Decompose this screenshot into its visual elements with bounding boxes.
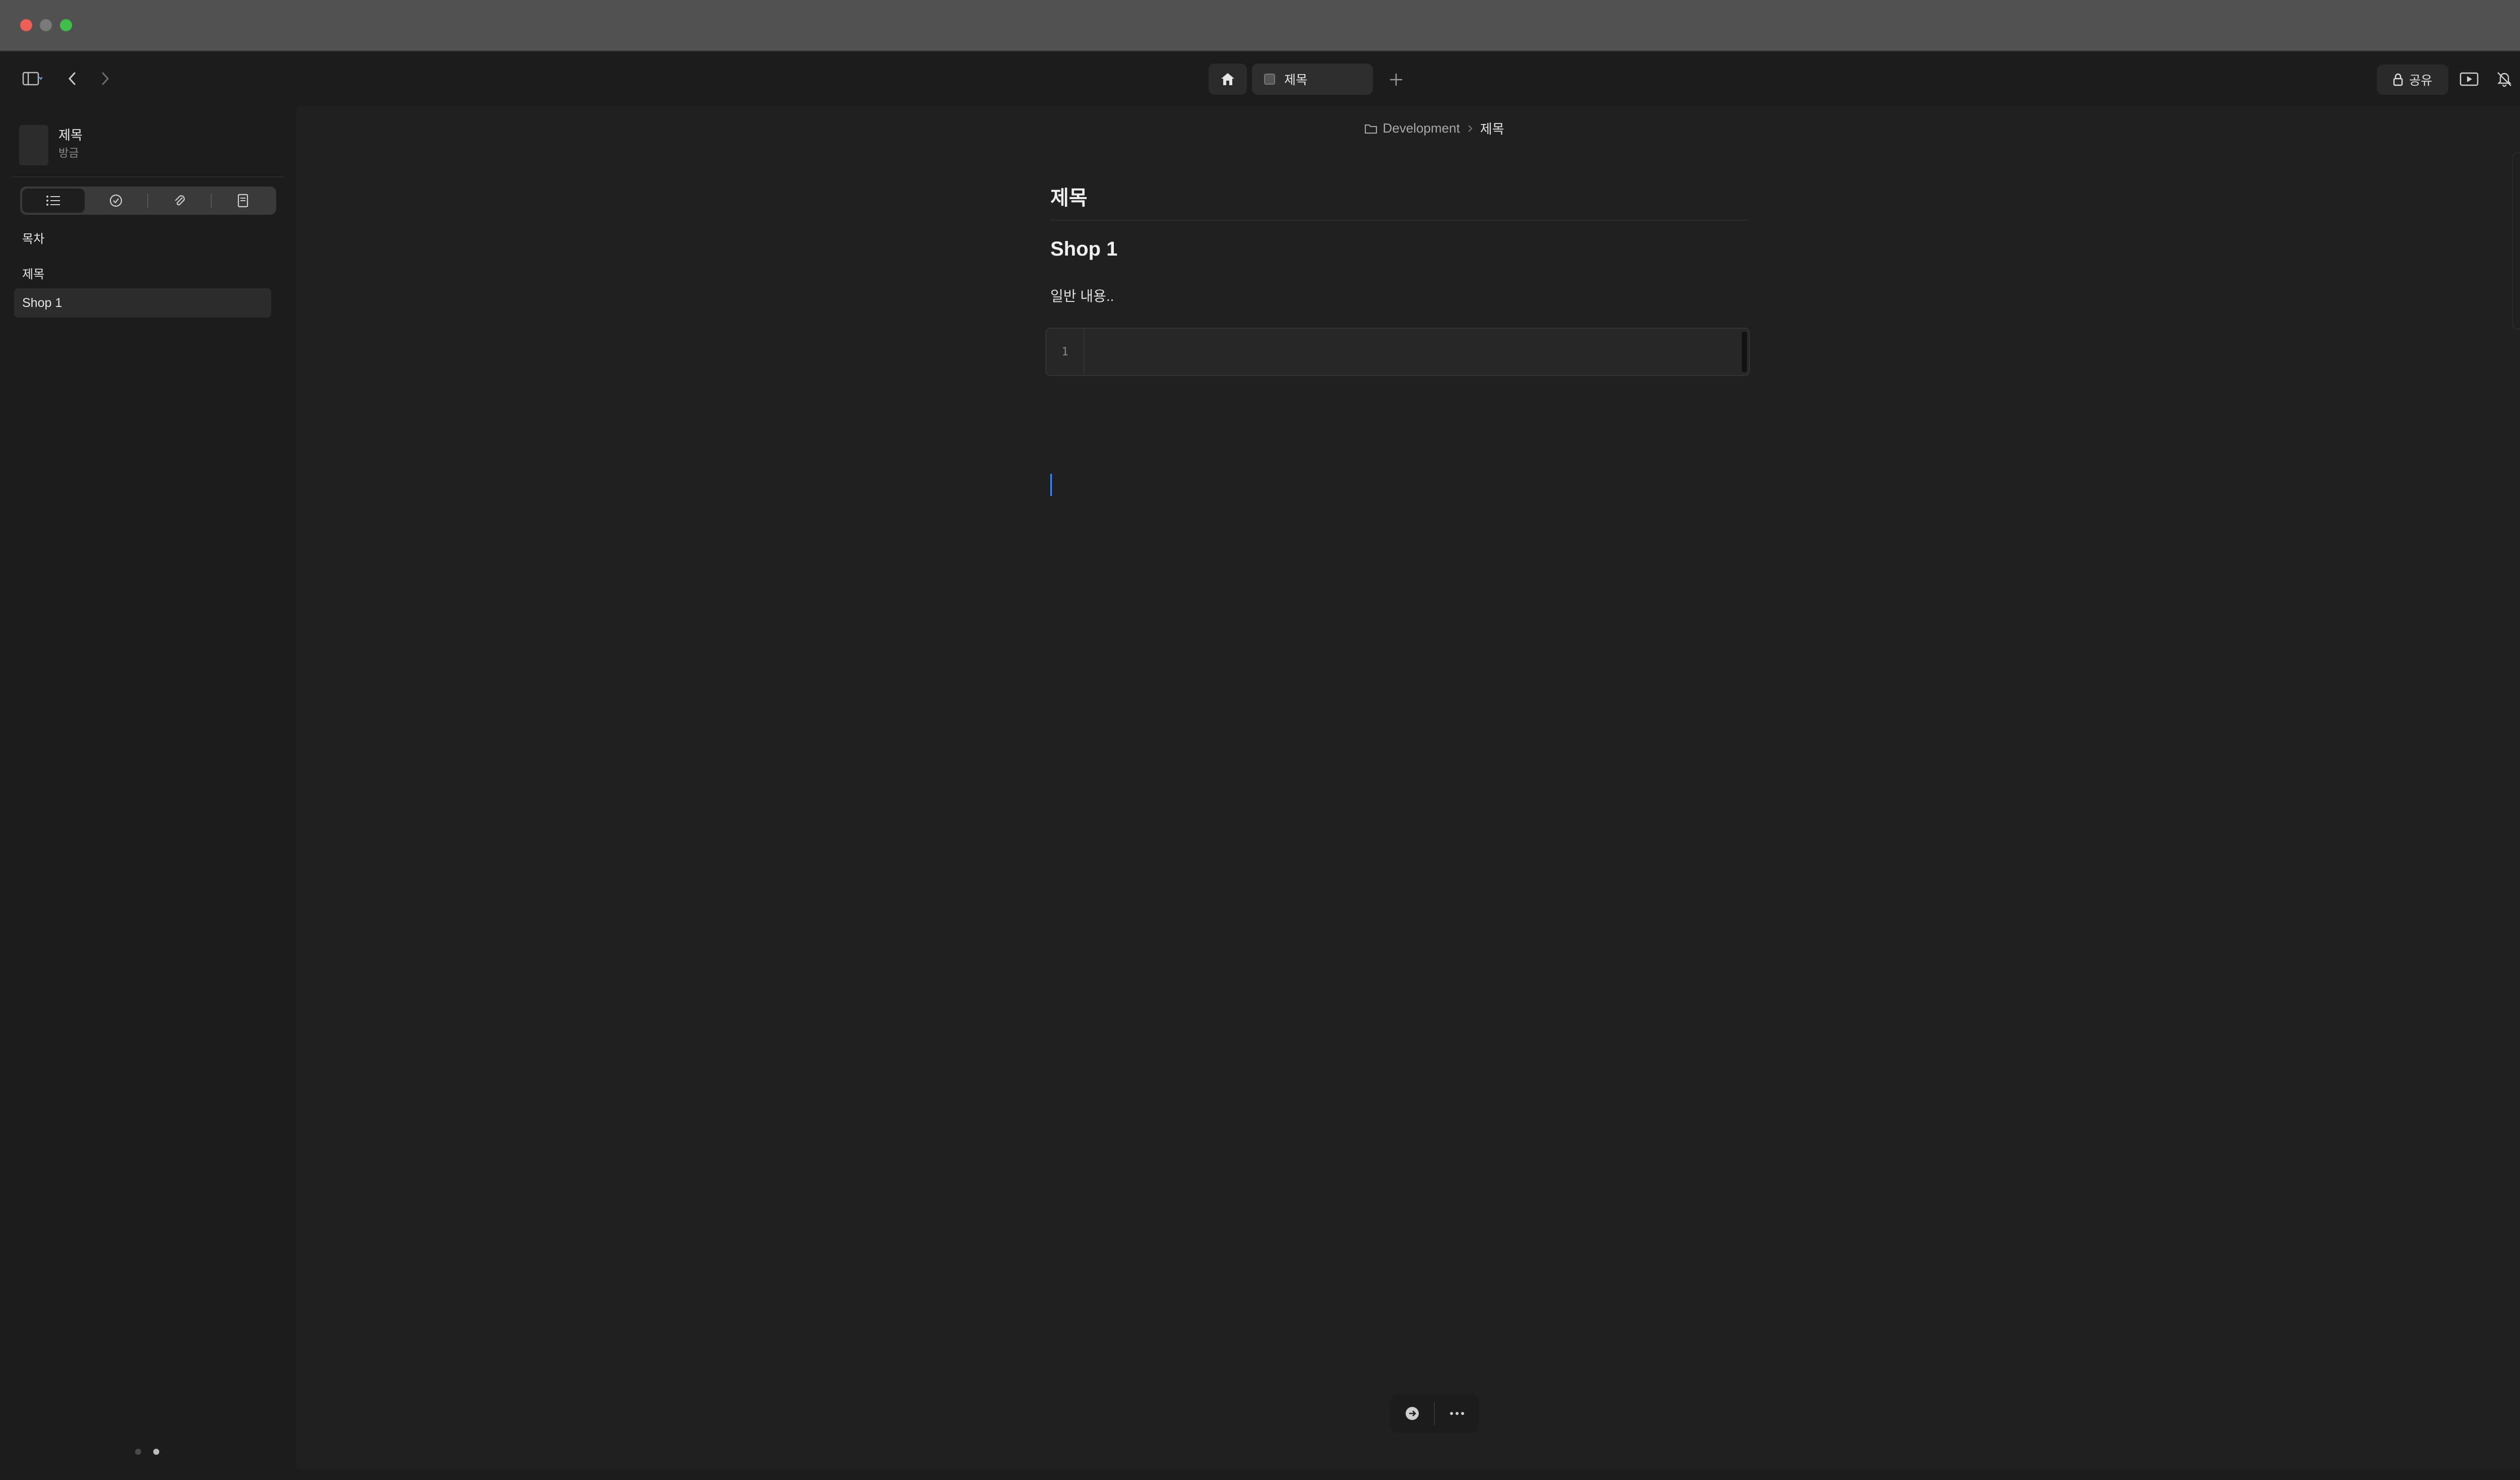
tab-outline[interactable]	[22, 189, 85, 213]
sidebar-divider	[12, 176, 284, 177]
sidebar-doc-timestamp: 방금	[58, 147, 79, 159]
page-dot-active[interactable]	[153, 1449, 159, 1455]
title-divider	[1050, 220, 1749, 221]
checkmark-circle-icon	[109, 194, 122, 207]
breadcrumb-folder-label: Development	[1382, 120, 1460, 136]
paragraph-block[interactable]: 일반 내용..	[1050, 285, 1114, 305]
breadcrumb: Development 제목	[296, 119, 2520, 138]
maximize-window-button[interactable]	[60, 19, 72, 31]
tab-attachments[interactable]	[148, 189, 211, 213]
chevron-right-icon	[102, 72, 109, 85]
share-button[interactable]: 공유	[2377, 65, 2448, 95]
document-icon	[1264, 74, 1275, 85]
document-title[interactable]: 제목	[1050, 181, 1088, 211]
ellipsis-icon	[1450, 1412, 1464, 1415]
bell-off-icon	[2497, 72, 2511, 87]
more-options-button[interactable]	[1435, 1394, 1479, 1433]
text-style-button[interactable]: 가가	[2513, 200, 2520, 242]
editor-panel: Development 제목 제목 Shop 1 일반 내용.. 1 가가	[296, 106, 2520, 1470]
sidebar-icon	[22, 72, 42, 86]
home-tab[interactable]	[1209, 64, 1247, 95]
code-scrollbar[interactable]	[1742, 332, 1747, 372]
chevron-right-icon	[1468, 125, 1473, 132]
toolbar: 제목 공유	[0, 51, 2520, 106]
bottom-action-bar	[1390, 1394, 1479, 1433]
highlight-button[interactable]	[2513, 242, 2520, 284]
navigate-button[interactable]	[1390, 1394, 1434, 1433]
tab-document[interactable]: 제목	[1252, 64, 1373, 95]
sidebar-doc-title: 제목	[58, 128, 83, 143]
breadcrumb-folder[interactable]: Development	[1364, 120, 1460, 136]
forward-button[interactable]	[93, 67, 117, 91]
toc-item-label: Shop 1	[22, 295, 62, 310]
sidebar-toggle-button[interactable]	[14, 67, 50, 91]
document-thumbnail[interactable]	[19, 125, 48, 165]
tab-tasks[interactable]	[85, 189, 147, 213]
window-titlebar	[0, 0, 2520, 51]
tab-bookmarks[interactable]	[212, 189, 274, 213]
new-tab-button[interactable]	[1383, 67, 1409, 93]
arrow-circle-icon	[1405, 1407, 1419, 1420]
code-block[interactable]: 1	[1045, 328, 1750, 376]
bookmark-icon	[237, 194, 248, 208]
toc-heading: 목차	[22, 232, 45, 246]
lock-icon	[2393, 73, 2403, 86]
text-caret	[1050, 474, 1052, 496]
back-button[interactable]	[60, 67, 85, 91]
code-line-number: 1	[1046, 329, 1085, 375]
toc-item[interactable]: 제목	[22, 264, 44, 282]
home-icon	[1221, 73, 1234, 85]
format-rail: 가가	[2512, 152, 2520, 330]
sidebar-page-indicator	[135, 1449, 159, 1455]
sidebar: 제목 방금 목차 제목 Shop 1	[0, 106, 296, 1480]
present-button[interactable]	[2456, 67, 2482, 92]
plus-icon	[1390, 74, 1402, 86]
sidebar-view-switcher	[20, 187, 276, 215]
tab-label: 제목	[1284, 73, 1308, 87]
play-icon	[2460, 72, 2479, 86]
minimize-window-button[interactable]	[40, 19, 52, 31]
share-label: 공유	[2409, 74, 2432, 88]
toc-item-selected[interactable]: Shop 1	[14, 288, 271, 318]
info-button[interactable]	[2513, 284, 2520, 327]
list-icon	[46, 196, 60, 206]
folder-icon	[1365, 124, 1377, 134]
breadcrumb-current[interactable]: 제목	[1480, 119, 1504, 138]
chevron-left-icon	[68, 72, 76, 85]
paperclip-icon	[175, 195, 185, 206]
add-block-button[interactable]	[2513, 157, 2520, 200]
notifications-button[interactable]	[2492, 67, 2517, 92]
heading-block[interactable]: Shop 1	[1050, 238, 1117, 261]
page-dot[interactable]	[135, 1449, 141, 1455]
close-window-button[interactable]	[20, 19, 32, 31]
